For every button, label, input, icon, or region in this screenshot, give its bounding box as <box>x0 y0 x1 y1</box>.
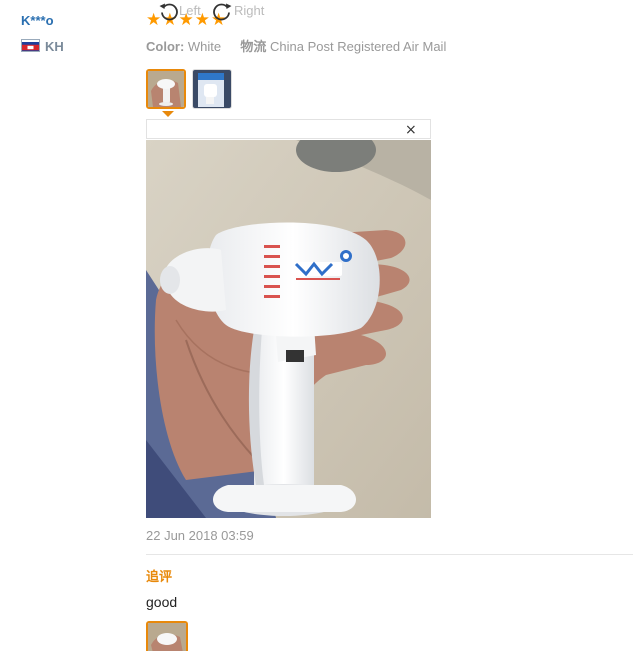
rotate-right-label: Right <box>234 2 265 18</box>
rotate-right-icon <box>213 3 232 21</box>
rotate-left-button[interactable]: Left <box>157 1 201 21</box>
color-value: White <box>187 39 222 54</box>
close-icon[interactable]: × <box>405 122 417 138</box>
image-viewer-toolbar <box>146 119 431 139</box>
color-label: Color: <box>146 39 185 54</box>
review-photo-thumbnail-2[interactable] <box>192 69 232 109</box>
review-photo-thumbnail-1[interactable] <box>146 69 186 109</box>
rotate-left-label: Left <box>179 2 201 18</box>
reviewer-name[interactable]: K***o <box>21 13 54 28</box>
followup-text: good <box>146 594 178 610</box>
divider <box>146 554 633 555</box>
active-thumbnail-caret <box>162 111 174 117</box>
rotate-left-icon <box>159 3 178 21</box>
followup-label: 追评 <box>146 569 173 584</box>
followup-photo-thumbnail[interactable] <box>146 621 188 651</box>
order-attributes: Color: White 物流 China Post Registered Ai… <box>146 36 446 55</box>
shipping-label: 物流 <box>240 39 267 54</box>
review-photo-large <box>146 140 431 518</box>
shipping-value: China Post Registered Air Mail <box>270 39 447 54</box>
flag-cambodia-icon <box>21 39 40 52</box>
review-date: 22 Jun 2018 03:59 <box>146 528 254 543</box>
rotate-right-button[interactable]: Right <box>212 1 265 21</box>
reviewer-country: KH <box>45 39 64 54</box>
